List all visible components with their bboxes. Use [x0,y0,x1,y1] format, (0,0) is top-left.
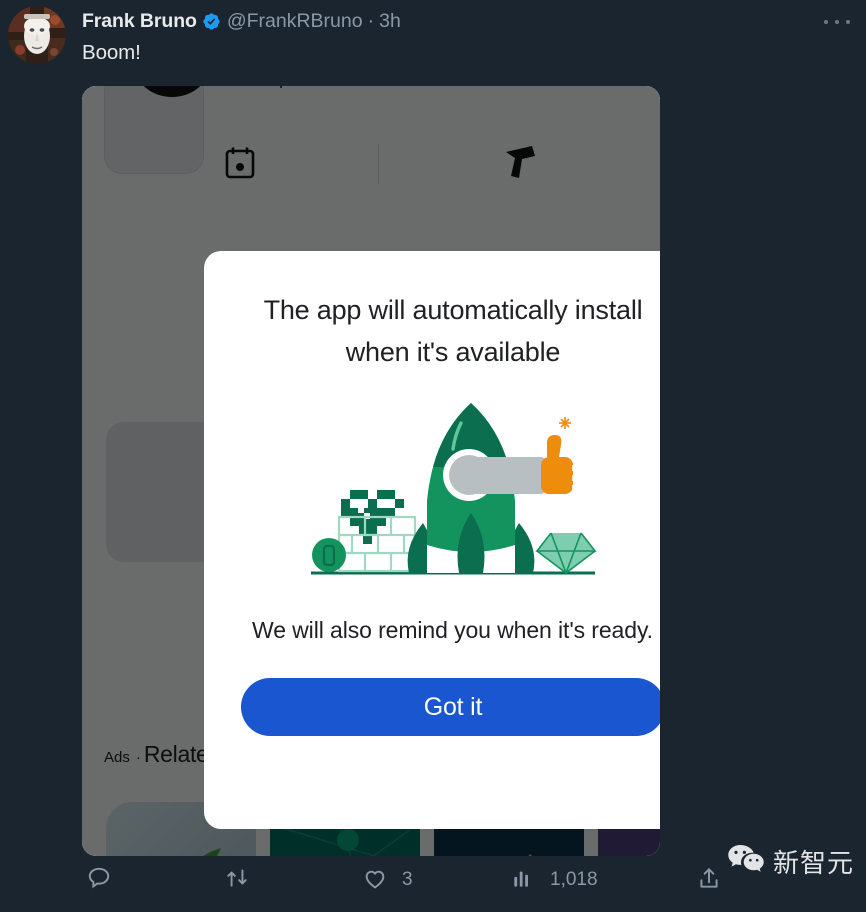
embedded-screenshot[interactable]: Ch wi 4. Ads · Related to this app [82,86,660,856]
tweet-actions: 3 1,018 [82,856,754,904]
author-row: Frank Bruno @FrankRBruno · 3h [82,8,401,34]
watermark-text: 新智元 [772,848,854,878]
install-dialog: The app will automatically install when … [204,251,660,829]
like-count: 3 [402,869,413,890]
tweet-text: Boom! [82,41,141,64]
views-count: 1,018 [550,869,598,890]
wechat-logo-icon [727,843,765,880]
views-button[interactable]: 1,018 [510,865,598,896]
reply-icon [86,865,112,896]
verified-badge-icon [202,12,221,31]
rocket-thumbs-up-illustration [240,395,660,585]
more-options-icon[interactable] [822,10,852,34]
like-button[interactable]: 3 [362,865,413,896]
dialog-body-text: We will also remind you when it's ready. [252,617,653,643]
coin [312,538,346,572]
analytics-bars-icon [510,865,536,896]
reply-button[interactable] [86,865,126,896]
display-name[interactable]: Frank Bruno [82,10,197,33]
play-store-page: Ch wi 4. Ads · Related to this app [82,86,660,856]
retweet-button[interactable] [224,865,264,896]
wechat-watermark: 新智元 [727,843,854,880]
gem-icon [535,532,597,576]
avatar[interactable] [8,6,66,64]
tweet-header: Frank Bruno @FrankRBruno · 3h Boom! [0,0,866,82]
retweet-icon [224,865,250,896]
thumbs-up-icon [541,435,574,494]
timestamp[interactable]: 3h [379,10,401,33]
sparkle-icon [559,417,571,429]
separator: · [367,9,375,32]
share-upload-icon [696,865,722,896]
author-handle[interactable]: @FrankRBruno [227,10,363,33]
tweet-container: Frank Bruno @FrankRBruno · 3h Boom! The … [0,0,866,912]
got-it-button[interactable]: Got it [241,678,660,736]
heart-icon [362,865,388,896]
dialog-title: The app will automatically install when … [263,295,643,367]
